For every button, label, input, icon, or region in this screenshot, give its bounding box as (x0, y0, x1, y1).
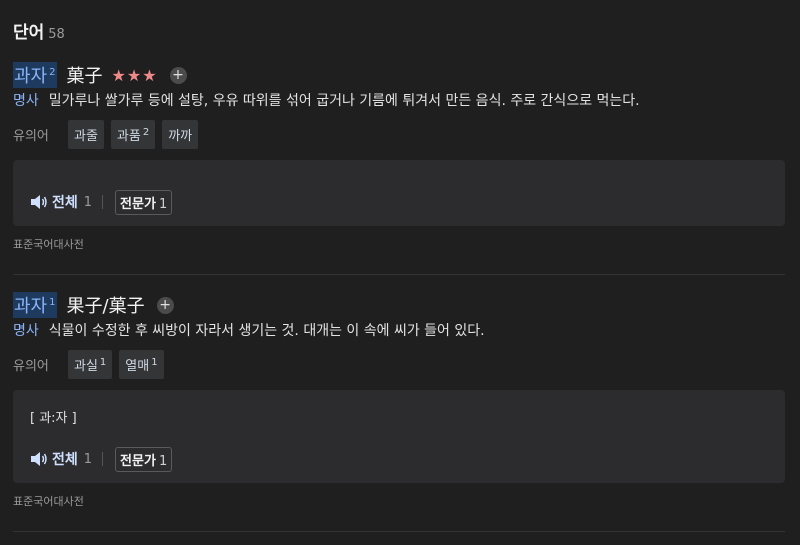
synonyms-label: 유의어 (13, 359, 49, 374)
headword-link[interactable]: 과자 1 (13, 292, 57, 318)
speaker-icon[interactable] (30, 194, 48, 210)
dictionary-entry: 과자 1 果子/菓子 + 명사 식물이 수정한 후 씨방이 자라서 생기는 것. 대… (13, 292, 785, 509)
hanja: 果子/菓子 (66, 296, 145, 317)
pronunciation-text: [ 과:자 ] (30, 411, 77, 426)
audio-all-count: 1 (83, 194, 93, 210)
separator (102, 452, 104, 466)
part-of-speech: 명사 (13, 323, 39, 339)
synonyms-label: 유의어 (13, 129, 49, 144)
divider (13, 531, 785, 532)
definition: 명사 밀가루나 쌀가루 등에 설탕, 우유 따위를 섞어 굽거나 기름에 튀겨서 … (13, 90, 785, 110)
part-of-speech: 명사 (13, 93, 39, 109)
audio-row: 전체 1 전문가 1 (30, 446, 173, 472)
synonym-chip[interactable]: 열매 1 (119, 350, 164, 379)
synonyms-row: 유의어 과줄 과품 2 까까 (13, 120, 785, 149)
pronunciation-box: 전체 1 전문가 1 (13, 160, 785, 226)
pronunciation-box: [ 과:자 ] 전체 1 전문가 1 (13, 390, 785, 483)
definition-text: 식물이 수정한 후 씨방이 자라서 생기는 것. 대개는 이 속에 씨가 들어 … (48, 323, 485, 339)
audio-all-button[interactable]: 전체 (52, 449, 78, 469)
audio-row: 전체 1 전문가 1 (30, 189, 173, 215)
dictionary-source: 표준국어대사전 (13, 495, 84, 508)
add-to-wordbook-button[interactable]: + (169, 66, 187, 84)
importance-stars: ★★★ (111, 65, 158, 85)
synonym-chip[interactable]: 과실 1 (68, 350, 113, 379)
definition-text: 밀가루나 쌀가루 등에 설탕, 우유 따위를 섞어 굽거나 기름에 튀겨서 만든… (48, 93, 640, 109)
hanja: 菓子 (66, 66, 103, 87)
audio-expert-button[interactable]: 전문가 1 (115, 189, 173, 215)
entry-header: 과자 1 果子/菓子 + (13, 292, 785, 318)
result-count: 58 (48, 27, 65, 42)
dictionary-source: 표준국어대사전 (13, 238, 84, 251)
divider (13, 274, 785, 275)
entry-header: 과자 2 菓子 ★★★ + (13, 62, 785, 88)
add-to-wordbook-button[interactable]: + (156, 296, 174, 314)
dictionary-entry: 과자 2 菓子 ★★★ + 명사 밀가루나 쌀가루 등에 설탕, 우유 따위를 섞어… (13, 62, 785, 252)
audio-expert-button[interactable]: 전문가 1 (115, 446, 173, 472)
synonym-chip[interactable]: 과줄 (68, 120, 104, 149)
speaker-icon[interactable] (30, 451, 48, 467)
headword-link[interactable]: 과자 2 (13, 62, 57, 88)
audio-all-count: 1 (83, 451, 93, 467)
definition: 명사 식물이 수정한 후 씨방이 자라서 생기는 것. 대개는 이 속에 씨가 들… (13, 320, 785, 340)
separator (102, 195, 104, 209)
audio-all-button[interactable]: 전체 (52, 192, 78, 212)
synonym-chip[interactable]: 과품 2 (110, 120, 156, 149)
synonyms-row: 유의어 과실 1 열매 1 (13, 350, 785, 379)
section-title-text: 단어 (13, 23, 45, 43)
synonym-chip[interactable]: 까까 (162, 120, 199, 149)
section-title: 단어 58 (13, 18, 65, 43)
